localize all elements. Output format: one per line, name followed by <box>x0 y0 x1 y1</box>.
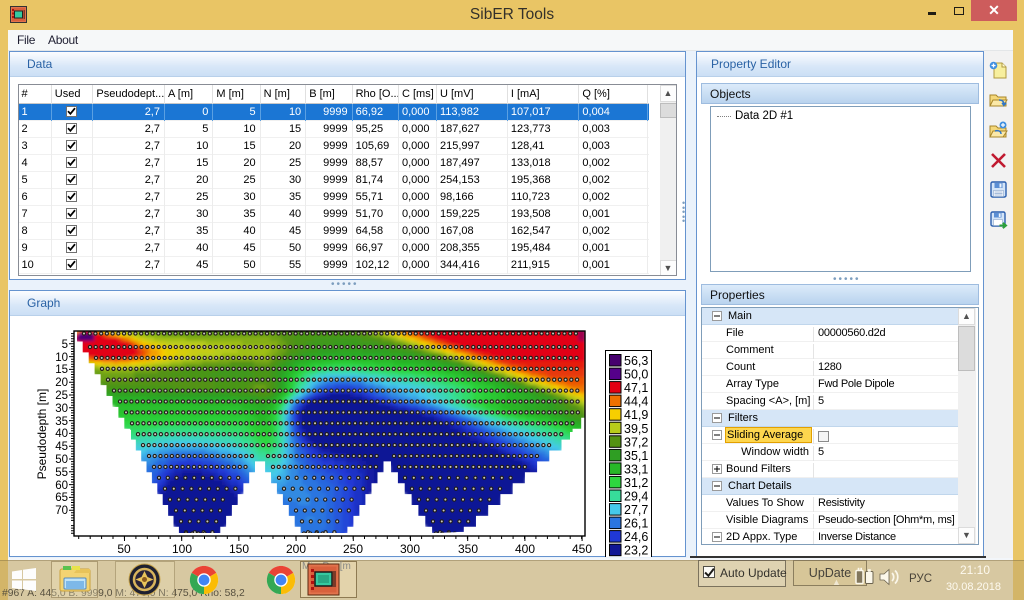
svg-text:33,1: 33,1 <box>624 462 648 476</box>
svg-text:45: 45 <box>55 441 68 453</box>
svg-text:27,7: 27,7 <box>624 503 648 517</box>
svg-text:20: 20 <box>55 377 68 389</box>
svg-text:65: 65 <box>55 492 68 504</box>
svg-text:31,2: 31,2 <box>624 476 648 490</box>
svg-text:60: 60 <box>55 480 68 492</box>
svg-text:25: 25 <box>55 390 68 402</box>
svg-text:5: 5 <box>62 339 68 351</box>
svg-text:41,9: 41,9 <box>624 408 648 422</box>
svg-text:29,4: 29,4 <box>624 490 648 504</box>
svg-text:37,2: 37,2 <box>624 435 648 449</box>
svg-text:150: 150 <box>229 542 249 556</box>
svg-text:30: 30 <box>55 403 68 415</box>
svg-text:24,6: 24,6 <box>624 530 648 544</box>
svg-text:35: 35 <box>55 416 68 428</box>
svg-text:300: 300 <box>400 542 420 556</box>
svg-text:44,4: 44,4 <box>624 395 648 409</box>
svg-text:15: 15 <box>55 364 68 376</box>
svg-text:70: 70 <box>55 505 68 517</box>
svg-text:Pseudodepth [m]: Pseudodepth [m] <box>35 389 49 480</box>
svg-text:26,1: 26,1 <box>624 517 648 531</box>
svg-text:55: 55 <box>55 467 68 479</box>
svg-text:50: 50 <box>117 542 131 556</box>
svg-text:100: 100 <box>172 542 192 556</box>
svg-text:450: 450 <box>572 542 592 556</box>
svg-text:40: 40 <box>55 428 68 440</box>
svg-text:35,1: 35,1 <box>624 449 648 463</box>
svg-text:39,5: 39,5 <box>624 422 648 436</box>
svg-text:400: 400 <box>515 542 535 556</box>
svg-text:200: 200 <box>286 542 306 556</box>
svg-text:10: 10 <box>55 352 68 364</box>
svg-text:250: 250 <box>343 542 363 556</box>
svg-text:50: 50 <box>55 454 68 466</box>
svg-text:56,3: 56,3 <box>624 354 648 368</box>
svg-text:50,0: 50,0 <box>624 368 648 382</box>
svg-text:350: 350 <box>458 542 478 556</box>
svg-text:47,1: 47,1 <box>624 381 648 395</box>
svg-text:23,2: 23,2 <box>624 544 648 557</box>
